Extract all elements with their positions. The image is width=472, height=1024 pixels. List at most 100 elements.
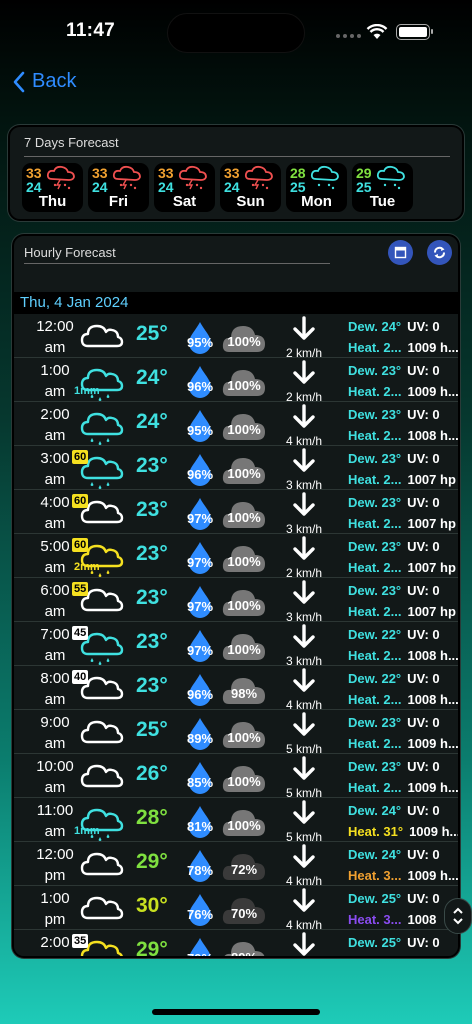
dew-point: Dew. 25° bbox=[348, 891, 402, 906]
cloud-icon bbox=[80, 764, 124, 788]
weather-details: Dew. 23° UV: 0 Heat. 2... 1009 h... bbox=[348, 756, 458, 798]
day-card[interactable]: 33 24 Sat bbox=[154, 163, 215, 212]
dew-point: Dew. 25° bbox=[348, 935, 402, 950]
wind: 2 km/h bbox=[274, 360, 334, 404]
hour-label: 8:00 am bbox=[40, 670, 70, 708]
pressure: 1007 hp bbox=[407, 516, 456, 531]
precip-chance-badge: 55 bbox=[72, 582, 89, 596]
day-name: Mon bbox=[301, 193, 332, 210]
uv-index: UV: 0 bbox=[407, 451, 440, 466]
humidity: 81% bbox=[182, 804, 218, 845]
precip-amount: 1mm bbox=[74, 385, 100, 397]
cloud-cover: 98% bbox=[221, 672, 267, 713]
hourly-row[interactable]: 2:00 am 24° 95% 100% 4 km/h Dew. 23° UV: 0 Heat.… bbox=[14, 402, 458, 448]
weather-details: Dew. 24° UV: 0 Heat. 3... 1009 h... bbox=[348, 844, 458, 886]
day-card[interactable]: 28 25 Mon bbox=[286, 163, 347, 212]
cloud-cover: 70% bbox=[221, 892, 267, 933]
hourly-row[interactable]: 1:00 pm 30° 76% 70% 4 km/h Dew. 25° UV: 0 Heat. … bbox=[14, 886, 458, 933]
hourly-row[interactable]: 12:00 am 25° 95% 100% 2 km/h Dew. 24° UV: 0 Heat… bbox=[14, 314, 459, 360]
back-label: Back bbox=[32, 70, 77, 92]
weather-details: Dew. 22° UV: 0 Heat. 2... 1008 h... bbox=[348, 668, 459, 710]
weather-details: Dew. 25° UV: 0 bbox=[348, 932, 440, 956]
humidity: 89% bbox=[182, 716, 218, 757]
humidity: 79% bbox=[182, 936, 218, 956]
humidity: 96% bbox=[182, 364, 218, 405]
day-name: Thu bbox=[38, 193, 67, 210]
hourly-row[interactable]: 9:00 am 25° 89% 100% 5 km/h Dew. 23° UV: 0 Heat.… bbox=[14, 710, 458, 757]
storm-rain-icon bbox=[178, 165, 207, 190]
cloud-cover: 100% bbox=[221, 716, 267, 757]
chevron-left-icon bbox=[13, 71, 25, 92]
uv-index: UV: 0 bbox=[407, 891, 440, 906]
day-card[interactable]: 33 24 Fri bbox=[88, 163, 149, 212]
wind-direction-icon bbox=[293, 404, 315, 428]
dew-point: Dew. 23° bbox=[348, 759, 402, 774]
dew-point: Dew. 23° bbox=[348, 715, 402, 730]
wind-direction-icon bbox=[293, 712, 315, 736]
hourly-row[interactable]: 5:00 am 60 2mm 23° 97% 100% 2 km/h Dew. 23° UV: 0… bbox=[14, 534, 458, 581]
hourly-row[interactable]: 3:00 am 60 23° 96% 100% 3 km/h Dew. 23° UV: 0 Hea… bbox=[14, 446, 458, 493]
wind-direction-icon bbox=[293, 932, 315, 956]
hourly-row[interactable]: 7:00 am 45 23° 97% 100% 3 km/h Dew. 22° UV: 0 Hea… bbox=[14, 622, 459, 668]
wind-direction-icon bbox=[293, 448, 315, 472]
hourly-row[interactable]: 12:00 pm 29° 78% 72% 4 km/h Dew. 24° UV: 0 Heat.… bbox=[14, 842, 458, 888]
scroll-toggle-button[interactable] bbox=[444, 898, 472, 934]
temperature: 23° bbox=[136, 586, 168, 609]
day-card[interactable]: 29 25 Tue bbox=[352, 163, 413, 212]
status-bar: 11:47 bbox=[0, 0, 472, 60]
chevron-up-down-icon bbox=[453, 907, 463, 925]
refresh-button[interactable] bbox=[427, 240, 452, 265]
temperature: 23° bbox=[136, 542, 168, 565]
date-header: Thu, 4 Jan 2024 bbox=[14, 292, 458, 314]
dew-point: Dew. 24° bbox=[348, 803, 402, 818]
hourly-row[interactable]: 6:00 am 55 23° 97% 100% 3 km/h Dew. 23° UV: 0 Hea… bbox=[14, 578, 458, 625]
cloud-icon bbox=[80, 896, 124, 920]
pressure: 1009 h... bbox=[407, 340, 459, 355]
hourly-row[interactable]: 8:00 am 40 23° 96% 98% 4 km/h Dew. 22° UV: 0 Heat… bbox=[14, 666, 459, 713]
wind-direction-icon bbox=[293, 624, 315, 648]
pressure: 1009 h... bbox=[409, 824, 460, 839]
hour-label: 7:00 am bbox=[40, 626, 70, 664]
hourly-list[interactable]: 12:00 am 25° 95% 100% 2 km/h Dew. 24° UV: 0 Heat… bbox=[14, 314, 460, 956]
dew-point: Dew. 24° bbox=[348, 319, 402, 334]
heat-index: Heat. 2... bbox=[348, 604, 402, 619]
hourly-row[interactable]: 2:00pm35 29° 79%89% Dew. 25° UV: 0 bbox=[14, 930, 458, 956]
weather-details: Dew. 25° UV: 0 Heat. 3... 1008 bbox=[348, 888, 440, 930]
weather-details: Dew. 23° UV: 0 Heat. 2... 1009 h... bbox=[348, 712, 458, 754]
uv-index: UV: 0 bbox=[407, 407, 440, 422]
pressure: 1008 h... bbox=[407, 648, 459, 663]
pressure: 1007 hp bbox=[407, 604, 456, 619]
hour-label: 2:00 am bbox=[40, 406, 70, 444]
heat-index: Heat. 2... bbox=[348, 340, 402, 355]
humidity: 96% bbox=[182, 452, 218, 493]
temperature: 23° bbox=[136, 674, 168, 697]
humidity: 97% bbox=[182, 496, 218, 537]
expand-button[interactable] bbox=[388, 240, 413, 265]
hourly-row[interactable]: 1:00 am 1mm 24° 96% 100% 2 km/h Dew. 23° UV: 0 He… bbox=[14, 358, 458, 405]
cloud-cover: 100% bbox=[221, 804, 267, 845]
pressure: 1008 h... bbox=[407, 692, 459, 707]
divider bbox=[24, 263, 330, 264]
heat-index: Heat. 2... bbox=[348, 472, 402, 487]
hourly-row[interactable]: 10:00 am 26° 85% 100% 5 km/h Dew. 23° UV: 0 Heat… bbox=[14, 754, 458, 800]
hourly-row[interactable]: 4:00 am 60 23° 97% 100% 3 km/h Dew. 23° UV: 0 Hea… bbox=[14, 490, 458, 537]
pressure: 1008 bbox=[407, 912, 437, 927]
cloud-cover: 100% bbox=[221, 584, 267, 625]
weekly-forecast-title: 7 Days Forecast bbox=[24, 135, 119, 150]
day-card[interactable]: 33 24 Sun bbox=[220, 163, 281, 212]
window-icon bbox=[394, 246, 407, 259]
humidity: 97% bbox=[182, 540, 218, 581]
wind-direction-icon bbox=[293, 536, 315, 560]
hour-label: 4:00 am bbox=[40, 494, 70, 532]
hour-label: 6:00 am bbox=[40, 582, 70, 620]
day-name: Tue bbox=[369, 193, 396, 210]
hour-label: 3:00 am bbox=[40, 450, 70, 488]
back-button[interactable]: Back bbox=[12, 70, 76, 93]
temperature: 30° bbox=[136, 894, 168, 917]
wind-direction-icon bbox=[293, 360, 315, 384]
day-card[interactable]: 33 24 Thu bbox=[22, 163, 83, 212]
uv-index: UV: 0 bbox=[407, 847, 440, 862]
cloud-icon bbox=[80, 852, 124, 876]
hourly-row[interactable]: 11:00 am 1mm 28° 81% 100% 5 km/h Dew. 24° UV: 0H… bbox=[14, 798, 460, 845]
wind-direction-icon bbox=[293, 580, 315, 604]
